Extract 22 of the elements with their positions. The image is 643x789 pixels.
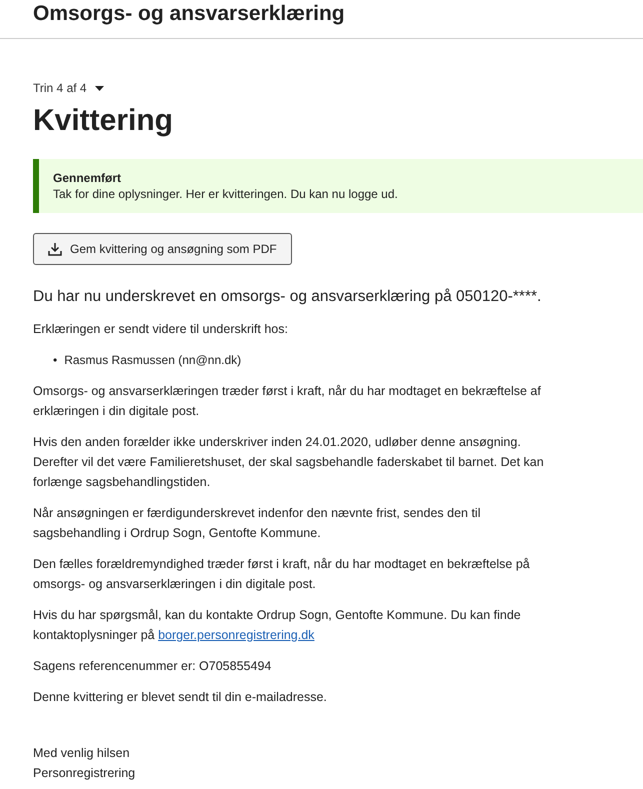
signature-line: Med venlig hilsen bbox=[33, 745, 131, 762]
link[interactable]: borger.personregistrering.dk bbox=[158, 628, 314, 642]
alert-message: Tak for dine oplysninger. Her er kvitteringen. Du kan nu logge ud. bbox=[53, 186, 399, 202]
signature-line: Personregistrering bbox=[33, 765, 136, 782]
paragraph: Erklæringen er sendt videre til underskrift hos: bbox=[33, 321, 289, 338]
paragraph: Når ansøgningen er færdigunderskrevet indenfor den nævnte frist, sendes den til sagsbehandling i Ordrup Sogn, Gentofte Kommune. bbox=[33, 505, 482, 542]
site-title: Omsorgs- og ansvarserklæring bbox=[33, 1, 346, 27]
paragraph: Den fælles forældremyndighed træder først i kraft, når du har modtaget en bekræftelse på omsorgs- og ansvarserklæringen i din digitale post. bbox=[33, 556, 531, 593]
step-dropdown[interactable]: Trin 4 af 4 bbox=[33, 79, 104, 97]
paragraph: Omsorgs- og ansvarserklæringen træder først i kraft, når du har modtaget en bekræftelse af erklæringen i din digitale post. bbox=[33, 383, 542, 420]
paragraph: Denne kvittering er blevet sendt til din e-mailadresse. bbox=[33, 689, 328, 706]
download-icon bbox=[48, 242, 62, 256]
caret-icon bbox=[94, 86, 104, 90]
alert-title: Gennemført bbox=[53, 170, 122, 186]
bullet: • bbox=[53, 352, 58, 369]
download-button[interactable]: Gem kvittering og ansøgning som PDF bbox=[33, 233, 292, 265]
paragraph: Hvis den anden forælder ikke underskriver inden 24.01.2020, udløber denne ansøgning. Derefter vil det være Familieretshuset, der skal sagsbehandle faderskabet til barnet. Det kan forlænge sagsbehandlingstiden. bbox=[33, 434, 545, 491]
list-item: Rasmus Rasmussen (nn@nn.dk) bbox=[64, 352, 242, 369]
lead-text: Du har nu underskrevet en omsorgs- og ansvarserklæring på 050120-****. bbox=[33, 287, 542, 307]
paragraph: Sagens referencenummer er: O705855494 bbox=[33, 658, 272, 675]
page-title: Kvittering bbox=[33, 103, 174, 139]
paragraph: Hvis du har spørgsmål, kan du kontakte Ordrup Sogn, Gentofte Kommune. Du kan finde kontaktoplysninger på borger.personregistrering.dk bbox=[33, 607, 522, 644]
